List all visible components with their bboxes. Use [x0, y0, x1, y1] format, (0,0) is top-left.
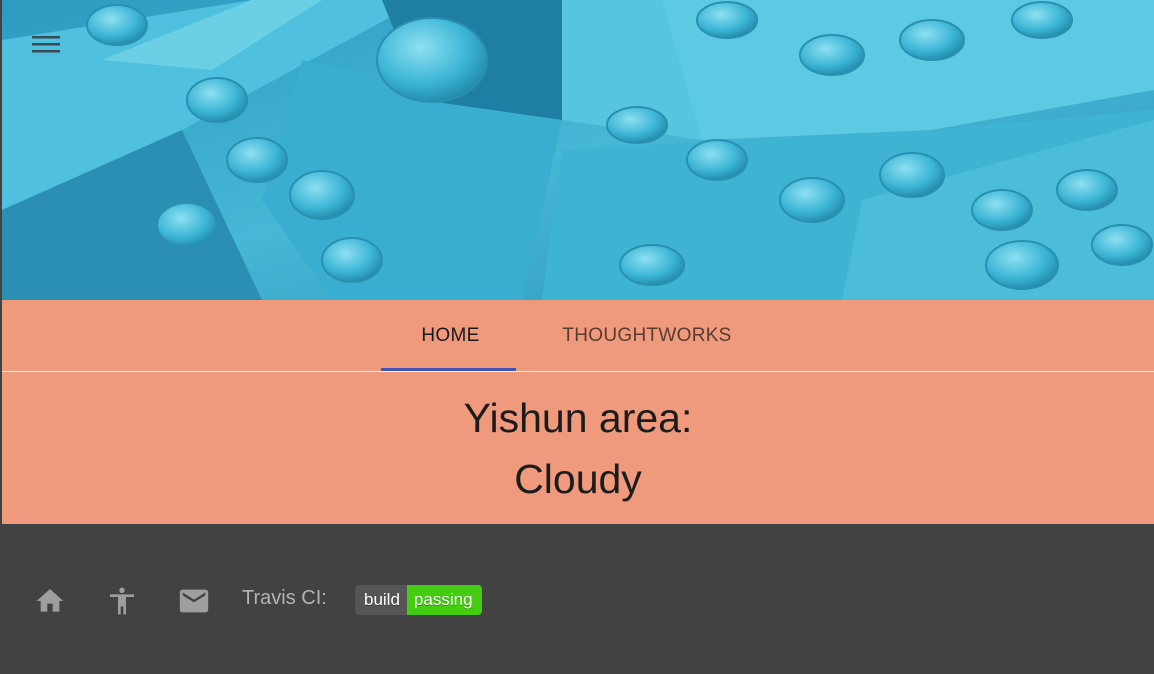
- mail-icon: [179, 589, 209, 613]
- hamburger-menu-button[interactable]: [28, 28, 64, 60]
- accessibility-icon: [110, 587, 134, 615]
- accessibility-link[interactable]: [102, 581, 142, 621]
- weather-condition: Cloudy: [514, 456, 642, 502]
- badge-passing-label: passing: [406, 585, 482, 615]
- home-link[interactable]: [30, 581, 70, 621]
- weather-area-label: Yishun area:: [463, 395, 693, 441]
- mail-link[interactable]: [174, 581, 214, 621]
- footer: Travis CI: build passing: [2, 524, 1154, 674]
- travis-ci-label: Travis CI:: [242, 587, 327, 609]
- badge-build-label: build: [355, 585, 407, 615]
- build-status-badge[interactable]: build passing: [355, 585, 482, 615]
- lego-bricks-image: [2, 0, 1154, 300]
- tab-home[interactable]: HOME: [383, 300, 518, 372]
- tab-bar: HOME THOUGHTWORKS: [2, 300, 1154, 372]
- hamburger-menu-icon: [32, 36, 60, 53]
- hero-banner: [2, 0, 1154, 300]
- home-icon: [36, 589, 64, 612]
- tab-thoughtworks[interactable]: THOUGHTWORKS: [554, 300, 740, 372]
- weather-panel: Yishun area: Cloudy: [2, 372, 1154, 524]
- active-tab-indicator: [381, 368, 516, 371]
